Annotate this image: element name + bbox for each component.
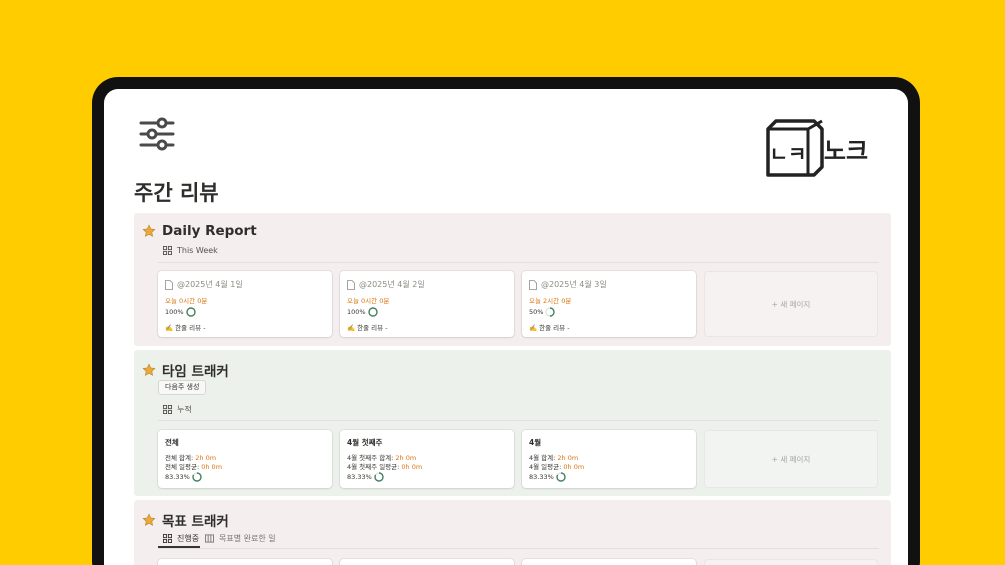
daily-card-2[interactable]: @2025년 4월 2일 오늘 0시간 0분 100% ✍️ 한줄 리뷰 -: [340, 271, 514, 337]
progress-ring: [367, 307, 378, 317]
card-review: ✍️ 한줄 리뷰 -: [165, 324, 206, 332]
gallery-icon: [163, 246, 172, 255]
star-icon: [142, 513, 156, 526]
card-title: 4월: [529, 438, 542, 447]
new-page-button[interactable]: + 새 페이지: [704, 271, 878, 337]
section-title: Daily Report: [162, 223, 257, 239]
card-title: @2025년 4월 1일: [177, 280, 243, 289]
card-time: 오늘 0시간 0분: [347, 297, 390, 305]
star-icon: [142, 363, 156, 376]
avg-label: 4월 첫째주 일평균:: [347, 463, 402, 471]
tab-label: This Week: [177, 246, 218, 255]
card-title: @2025년 4월 2일: [359, 280, 425, 289]
card-review: ✍️ 한줄 리뷰 -: [347, 324, 388, 332]
gallery-icon: [163, 405, 172, 414]
create-next-week-button[interactable]: 다음주 생성: [158, 380, 207, 395]
section-title: 타임 트래커: [162, 364, 229, 380]
daily-card-3[interactable]: @2025년 4월 3일 오늘 2시간 0분 50% ✍️ 한줄 리뷰 -: [522, 271, 696, 337]
document-icon: [165, 279, 173, 290]
card-title: 전체: [165, 438, 179, 447]
goal-card-3[interactable]: [522, 559, 696, 565]
divider: [158, 262, 879, 263]
tab-label: 진행중: [177, 534, 200, 543]
avg-value: 0h 0m: [401, 463, 423, 471]
tab-cumulative[interactable]: 누적: [163, 404, 192, 415]
card-review: ✍️ 한줄 리뷰 -: [529, 324, 570, 332]
new-page-button[interactable]: + 새 페이지: [704, 430, 878, 488]
new-page-placeholder[interactable]: [704, 559, 878, 565]
document-icon: [347, 279, 355, 290]
tab-in-progress[interactable]: 진행중: [163, 533, 199, 544]
card-progress: 83.33%: [529, 473, 554, 481]
goal-card-2[interactable]: [340, 559, 514, 565]
document-icon: [529, 279, 537, 290]
progress-ring: [185, 307, 196, 317]
section-header[interactable]: 목표 트래커: [142, 510, 229, 530]
card-title: @2025년 4월 3일: [541, 280, 607, 289]
progress-ring: [556, 472, 566, 482]
tab-this-week[interactable]: This Week: [163, 246, 218, 255]
page-title: 주간 리뷰: [134, 181, 219, 205]
tracker-card-3[interactable]: 4월 4월 합계: 2h 0m 4월 일평균: 0h 0m 83.33%: [522, 430, 696, 488]
section-daily-report: Daily Report This Week @2025년 4월 1일 오늘 0…: [134, 213, 891, 346]
avg-value: 0h 0m: [563, 463, 585, 471]
logo-box-icon: ㄴㅋ 노크: [766, 119, 868, 177]
tab-label: 목표별 완료한 일: [219, 534, 276, 543]
card-title: 4월 첫째주: [347, 438, 383, 447]
section-goal-tracker: 목표 트래커 진행중 목표별 완료한 일: [134, 500, 891, 565]
avg-label: 4월 일평균:: [529, 463, 564, 471]
card-time: 오늘 0시간 0분: [165, 297, 208, 305]
board-icon: [205, 534, 214, 543]
progress-ring: [192, 472, 202, 482]
card-progress: 83.33%: [165, 473, 190, 481]
tab-done-by-goal[interactable]: 목표별 완료한 일: [205, 533, 276, 544]
logo-text: 노크: [824, 137, 868, 165]
avg-label: 전체 일평균:: [165, 463, 202, 471]
card-time: 오늘 2시간 0분: [529, 297, 572, 305]
goal-card-1[interactable]: [158, 559, 332, 565]
star-icon: [142, 224, 156, 237]
card-progress: 50%: [529, 308, 544, 316]
divider: [158, 548, 879, 549]
divider: [158, 420, 879, 421]
tracker-card-1[interactable]: 전체 전체 합계: 2h 0m 전체 일평균: 0h 0m 83.33%: [158, 430, 332, 488]
daily-card-1[interactable]: @2025년 4월 1일 오늘 0시간 0분 100% ✍️ 한줄 리뷰 -: [158, 271, 332, 337]
section-header[interactable]: Daily Report: [142, 223, 257, 239]
logo: ㄴㅋ 노크: [764, 117, 870, 181]
tab-label: 누적: [177, 405, 192, 414]
progress-ring: [545, 307, 556, 317]
tracker-card-2[interactable]: 4월 첫째주 4월 첫째주 합계: 2h 0m 4월 첫째주 일평균: 0h 0…: [340, 430, 514, 488]
logo-box-text: ㄴㅋ: [770, 142, 807, 166]
avg-value: 0h 0m: [201, 463, 223, 471]
section-title: 목표 트래커: [162, 514, 229, 530]
card-progress: 100%: [347, 308, 366, 316]
gallery-icon: [163, 534, 172, 543]
section-time-tracker: 타임 트래커 다음주 생성 누적 전체 전체 합계: 2h 0m 전체 일평균:…: [134, 350, 891, 496]
section-header[interactable]: 타임 트래커: [142, 360, 229, 380]
notion-page: ㄴㅋ 노크 주간 리뷰 Daily Report This Week @2025…: [104, 89, 908, 565]
card-progress: 100%: [165, 308, 184, 316]
progress-ring: [374, 472, 384, 482]
card-progress: 83.33%: [347, 473, 372, 481]
sliders-icon: [139, 117, 175, 151]
